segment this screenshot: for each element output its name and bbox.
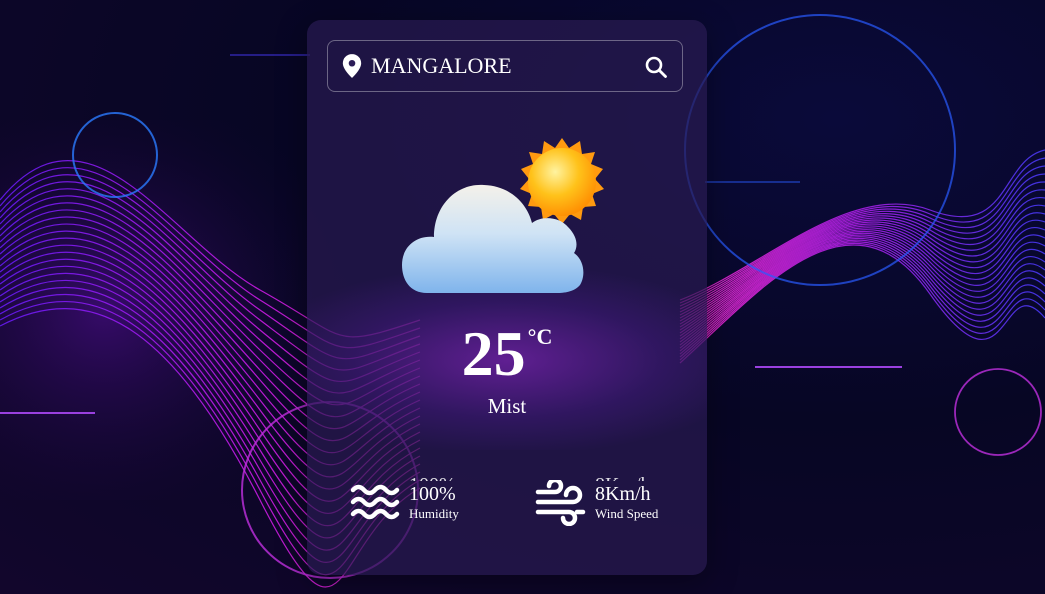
background-wave-line — [679, 165, 1045, 307]
wind-detail: 8Km/h 8Km/h Wind Speed — [535, 475, 659, 526]
humidity-detail: 100% 100% Humidity — [349, 475, 459, 526]
background-wave-line — [679, 230, 1045, 340]
wind-ghost-text: 8Km/h — [595, 475, 651, 481]
wind-label: Wind Speed — [595, 506, 659, 521]
background-wave-line — [679, 181, 1045, 313]
humidity-ghost-text: 100% — [409, 475, 456, 481]
sun-behind-cloud-icon — [402, 138, 604, 293]
water-waves-icon — [350, 484, 400, 520]
humidity-label: Humidity — [409, 506, 459, 521]
temperature-value: 25 — [461, 318, 526, 389]
search-box — [327, 40, 683, 92]
search-icon[interactable] — [644, 55, 668, 79]
temperature-unit: °C — [527, 324, 553, 349]
background-wave-line — [679, 242, 1045, 361]
weather-card: 25°C Mist 100% 100% Humidity 8Km/h — [307, 20, 707, 575]
location-pin-icon — [342, 54, 362, 78]
location-search-input[interactable] — [371, 53, 631, 79]
humidity-value: 100% — [409, 483, 456, 505]
wind-value: 8Km/h — [595, 483, 651, 505]
wind-icon — [535, 480, 586, 526]
temperature-display: 25°C — [307, 322, 707, 386]
weather-description: Mist — [487, 394, 527, 418]
